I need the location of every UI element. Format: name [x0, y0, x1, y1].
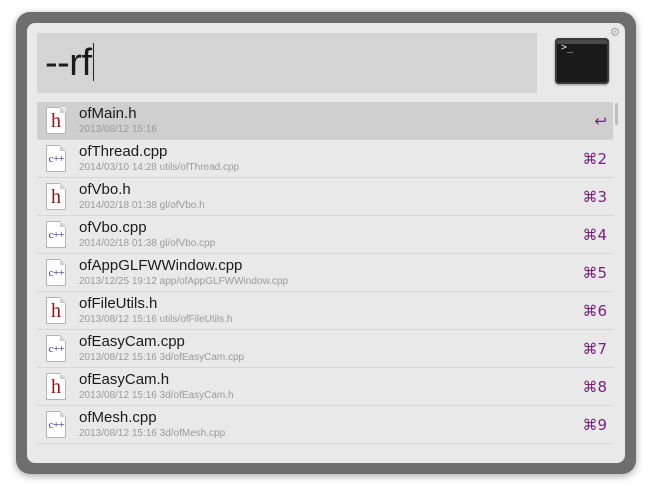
- header-glyph: h: [51, 376, 61, 398]
- result-row[interactable]: h ofEasyCam.h 2013/08/12 15:16 3d/ofEasy…: [37, 368, 613, 406]
- result-title: ofFileUtils.h: [79, 295, 158, 312]
- result-shortcut: ⌘9: [582, 416, 607, 434]
- header-file-icon: h: [46, 297, 66, 324]
- header-file-icon: h: [46, 107, 66, 134]
- result-title: ofAppGLFWWindow.cpp: [79, 257, 243, 274]
- search-input[interactable]: --rf: [37, 33, 537, 93]
- header-file-icon: h: [46, 183, 66, 210]
- result-row[interactable]: c++ ofThread.cpp 2014/03/10 14:28 utils/…: [37, 140, 613, 178]
- page-fold: [60, 373, 66, 379]
- launcher-panel: ⚙ --rf >_ h ofMain.h 2013/08/12 15:16 ↩ …: [27, 23, 625, 463]
- result-title: ofVbo.cpp: [79, 219, 147, 236]
- result-title: ofThread.cpp: [79, 143, 168, 160]
- result-shortcut: ⌘4: [582, 226, 607, 244]
- page-fold: [60, 335, 66, 341]
- result-subtitle: 2013/08/12 15:16 utils/ofFileUtils.h: [79, 314, 233, 325]
- page-fold: [60, 259, 66, 265]
- cpp-glyph: c++: [48, 419, 65, 431]
- result-subtitle: 2014/02/18 01:38 gl/ofVbo.h: [79, 200, 205, 211]
- result-title: ofEasyCam.h: [79, 371, 170, 388]
- header-glyph: h: [51, 186, 61, 208]
- terminal-prompt: >_: [561, 42, 574, 53]
- cpp-glyph: c++: [48, 229, 65, 241]
- result-row[interactable]: c++ ofEasyCam.cpp 2013/08/12 15:16 3d/of…: [37, 330, 613, 368]
- header-file-icon: h: [46, 373, 66, 400]
- result-row[interactable]: h ofFileUtils.h 2013/08/12 15:16 utils/o…: [37, 292, 613, 330]
- result-subtitle: 2014/02/18 01:38 gl/ofVbo.cpp: [79, 238, 216, 249]
- return-icon: ↩: [594, 112, 607, 130]
- page-fold: [60, 107, 66, 113]
- cpp-file-icon: c++: [46, 145, 66, 172]
- result-shortcut: ⌘6: [582, 302, 607, 320]
- result-row[interactable]: h ofVbo.h 2014/02/18 01:38 gl/ofVbo.h ⌘3: [37, 178, 613, 216]
- cpp-file-icon: c++: [46, 335, 66, 362]
- page-fold: [60, 183, 66, 189]
- terminal-icon[interactable]: >_: [555, 38, 609, 84]
- results-list: h ofMain.h 2013/08/12 15:16 ↩ c++ ofThre…: [37, 102, 613, 444]
- page-fold: [60, 221, 66, 227]
- result-row[interactable]: h ofMain.h 2013/08/12 15:16 ↩: [37, 102, 613, 140]
- header-glyph: h: [51, 110, 61, 132]
- result-shortcut: ⌘3: [582, 188, 607, 206]
- result-subtitle: 2013/08/12 15:16: [79, 124, 157, 135]
- gear-icon[interactable]: ⚙: [609, 26, 621, 38]
- launcher-window: ⚙ --rf >_ h ofMain.h 2013/08/12 15:16 ↩ …: [16, 12, 636, 474]
- result-subtitle: 2013/08/12 15:16 3d/ofEasyCam.cpp: [79, 352, 245, 363]
- result-title: ofEasyCam.cpp: [79, 333, 185, 350]
- page-fold: [60, 145, 66, 151]
- result-title: ofMesh.cpp: [79, 409, 157, 426]
- result-shortcut: ⌘5: [582, 264, 607, 282]
- search-query[interactable]: --rf: [45, 42, 92, 84]
- text-caret: [92, 43, 94, 81]
- result-shortcut: ⌘8: [582, 378, 607, 396]
- result-subtitle: 2013/08/12 15:16 3d/ofEasyCam.h: [79, 390, 234, 401]
- result-subtitle: 2013/08/12 15:16 3d/ofMesh.cpp: [79, 428, 226, 439]
- result-subtitle: 2014/03/10 14:28 utils/ofThread.cpp: [79, 162, 240, 173]
- header-glyph: h: [51, 300, 61, 322]
- result-subtitle: 2013/12/25 19:12 app/ofAppGLFWWindow.cpp: [79, 276, 289, 287]
- result-shortcut: ⌘2: [582, 150, 607, 168]
- page-fold: [60, 297, 66, 303]
- scrollbar-thumb[interactable]: [615, 103, 618, 125]
- result-shortcut: ⌘7: [582, 340, 607, 358]
- cpp-glyph: c++: [48, 267, 65, 279]
- result-row[interactable]: c++ ofVbo.cpp 2014/02/18 01:38 gl/ofVbo.…: [37, 216, 613, 254]
- result-row[interactable]: c++ ofMesh.cpp 2013/08/12 15:16 3d/ofMes…: [37, 406, 613, 444]
- cpp-glyph: c++: [48, 153, 65, 165]
- cpp-glyph: c++: [48, 343, 65, 355]
- cpp-file-icon: c++: [46, 221, 66, 248]
- result-title: ofMain.h: [79, 105, 137, 122]
- cpp-file-icon: c++: [46, 411, 66, 438]
- cpp-file-icon: c++: [46, 259, 66, 286]
- result-row[interactable]: c++ ofAppGLFWWindow.cpp 2013/12/25 19:12…: [37, 254, 613, 292]
- result-title: ofVbo.h: [79, 181, 131, 198]
- page-fold: [60, 411, 66, 417]
